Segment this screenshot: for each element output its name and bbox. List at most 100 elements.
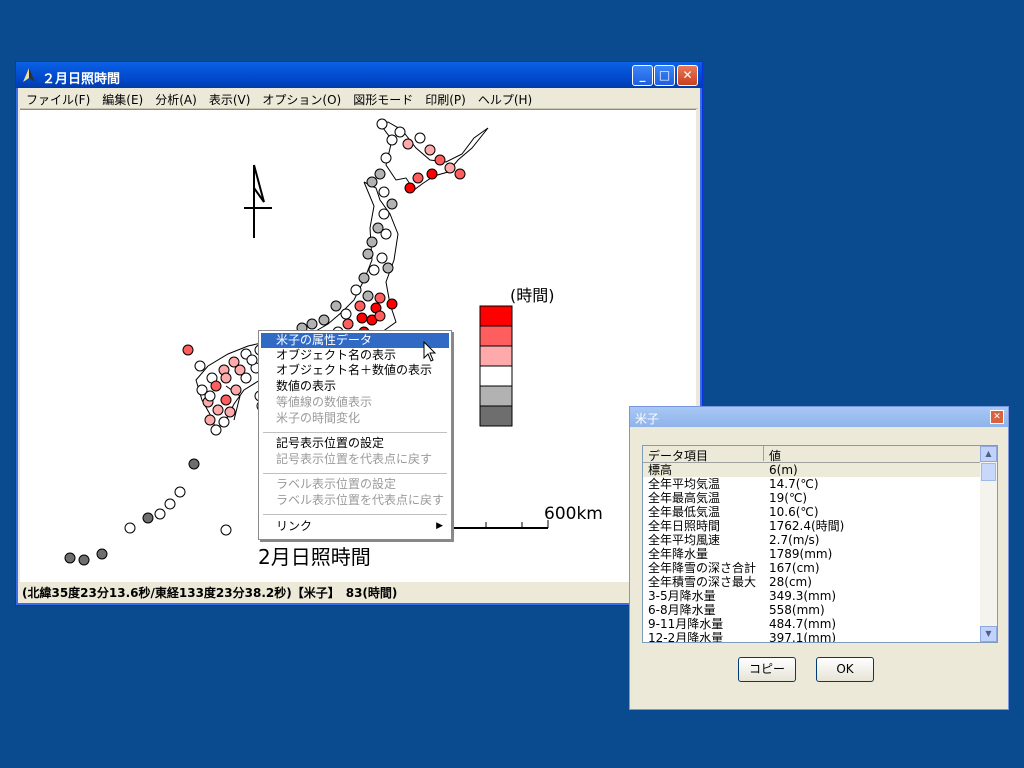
station-marker[interactable]: [424, 144, 436, 156]
station-marker[interactable]: [386, 198, 398, 210]
station-marker[interactable]: [218, 416, 230, 428]
scroll-down-button[interactable]: ▼: [980, 626, 997, 642]
station-marker[interactable]: [402, 138, 414, 150]
station-marker[interactable]: [380, 228, 392, 240]
station-marker[interactable]: [454, 168, 466, 180]
station-marker[interactable]: [330, 300, 342, 312]
list-item[interactable]: 3-5月降水量 349.3(mm): [643, 589, 980, 603]
station-marker[interactable]: [212, 404, 224, 416]
column-header-value[interactable]: 値: [769, 447, 781, 464]
menu-item-attribute-data[interactable]: 米子の属性データ: [261, 333, 449, 348]
menu-item-symbol-position[interactable]: 記号表示位置の設定: [261, 436, 449, 451]
station-marker[interactable]: [154, 508, 166, 520]
maximize-button[interactable]: □: [654, 65, 675, 86]
station-marker[interactable]: [342, 318, 354, 330]
menu-item-show-object-name[interactable]: オブジェクト名の表示: [261, 348, 449, 363]
list-item[interactable]: 全年平均風速 2.7(m/s): [643, 533, 980, 547]
station-marker[interactable]: [306, 318, 318, 330]
station-marker[interactable]: [374, 292, 386, 304]
station-marker[interactable]: [246, 354, 258, 366]
station-marker[interactable]: [374, 310, 386, 322]
station-marker[interactable]: [362, 290, 374, 302]
station-marker[interactable]: [340, 308, 352, 320]
ok-button[interactable]: OK: [816, 657, 874, 682]
station-marker[interactable]: [124, 522, 136, 534]
minimize-button[interactable]: _: [632, 65, 653, 86]
station-marker[interactable]: [194, 360, 206, 372]
station-marker[interactable]: [204, 414, 216, 426]
list-scrollbar[interactable]: ▲ ▼: [980, 446, 997, 642]
scroll-thumb[interactable]: [981, 463, 996, 481]
menu-file[interactable]: ファイル(F): [20, 88, 96, 108]
station-marker[interactable]: [354, 300, 366, 312]
station-marker[interactable]: [386, 298, 398, 310]
station-marker[interactable]: [224, 406, 236, 418]
station-marker[interactable]: [358, 272, 370, 284]
station-marker[interactable]: [182, 344, 194, 356]
station-marker[interactable]: [220, 524, 232, 536]
station-marker[interactable]: [96, 548, 108, 560]
station-marker[interactable]: [350, 284, 362, 296]
station-marker[interactable]: [368, 264, 380, 276]
station-marker[interactable]: [376, 118, 388, 130]
station-marker[interactable]: [378, 186, 390, 198]
station-marker[interactable]: [414, 132, 426, 144]
station-marker[interactable]: [234, 364, 246, 376]
station-marker[interactable]: [230, 384, 242, 396]
station-marker[interactable]: [434, 154, 446, 166]
station-marker[interactable]: [404, 182, 416, 194]
scroll-up-button[interactable]: ▲: [980, 446, 997, 462]
station-marker[interactable]: [220, 372, 232, 384]
station-marker[interactable]: [362, 248, 374, 260]
main-titlebar[interactable]: ２月日照時間 _ □ ✕: [16, 62, 702, 88]
attribute-list[interactable]: データ項目 値 標高 6(m) 全年平均気温 14.7(℃) 全年最高気温 19(℃)…: [642, 445, 998, 643]
station-marker[interactable]: [174, 486, 186, 498]
copy-button[interactable]: コピー: [738, 657, 796, 682]
station-marker[interactable]: [412, 172, 424, 184]
close-button[interactable]: ✕: [677, 65, 698, 86]
station-marker[interactable]: [382, 262, 394, 274]
station-marker[interactable]: [374, 168, 386, 180]
station-marker[interactable]: [394, 126, 406, 138]
menu-item-show-name-value[interactable]: オブジェクト名＋数値の表示: [261, 363, 449, 378]
column-header-item[interactable]: データ項目: [648, 447, 708, 464]
menu-view[interactable]: 表示(V): [203, 88, 257, 108]
station-marker[interactable]: [210, 380, 222, 392]
station-marker[interactable]: [378, 208, 390, 220]
station-marker[interactable]: [376, 252, 388, 264]
station-marker[interactable]: [78, 554, 90, 566]
station-marker[interactable]: [188, 458, 200, 470]
menu-item-show-value[interactable]: 数値の表示: [261, 379, 449, 394]
station-marker[interactable]: [204, 390, 216, 402]
menu-analysis[interactable]: 分析(A): [149, 88, 203, 108]
list-item[interactable]: 全年最高気温 19(℃): [643, 491, 980, 505]
station-marker[interactable]: [220, 394, 232, 406]
list-item[interactable]: 標高 6(m): [643, 463, 980, 477]
list-item[interactable]: 全年積雪の深さ最大 28(cm): [643, 575, 980, 589]
station-marker[interactable]: [318, 314, 330, 326]
station-marker[interactable]: [366, 236, 378, 248]
menu-edit[interactable]: 編集(E): [96, 88, 149, 108]
dialog-titlebar[interactable]: 米子 ✕: [630, 407, 1008, 427]
station-marker[interactable]: [426, 168, 438, 180]
list-item[interactable]: 9-11月降水量 484.7(mm): [643, 617, 980, 631]
station-marker[interactable]: [164, 498, 176, 510]
list-item[interactable]: 12-2月降水量 397.1(mm): [643, 631, 980, 642]
station-marker[interactable]: [380, 152, 392, 164]
station-marker[interactable]: [386, 134, 398, 146]
dialog-close-button[interactable]: ✕: [990, 410, 1004, 424]
station-marker[interactable]: [366, 176, 378, 188]
station-marker[interactable]: [64, 552, 76, 564]
menu-print[interactable]: 印刷(P): [419, 88, 472, 108]
list-item[interactable]: 全年最低気温 10.6(℃): [643, 505, 980, 519]
list-item[interactable]: 全年平均気温 14.7(℃): [643, 477, 980, 491]
station-marker[interactable]: [356, 312, 368, 324]
menu-item-link[interactable]: リンク ▶: [261, 519, 449, 534]
list-item[interactable]: 6-8月降水量 558(mm): [643, 603, 980, 617]
station-marker[interactable]: [210, 424, 222, 436]
menu-help[interactable]: ヘルプ(H): [472, 88, 538, 108]
station-marker[interactable]: [444, 162, 456, 174]
menu-options[interactable]: オプション(O): [256, 88, 347, 108]
list-item[interactable]: 全年日照時間 1762.4(時間): [643, 519, 980, 533]
station-marker[interactable]: [142, 512, 154, 524]
